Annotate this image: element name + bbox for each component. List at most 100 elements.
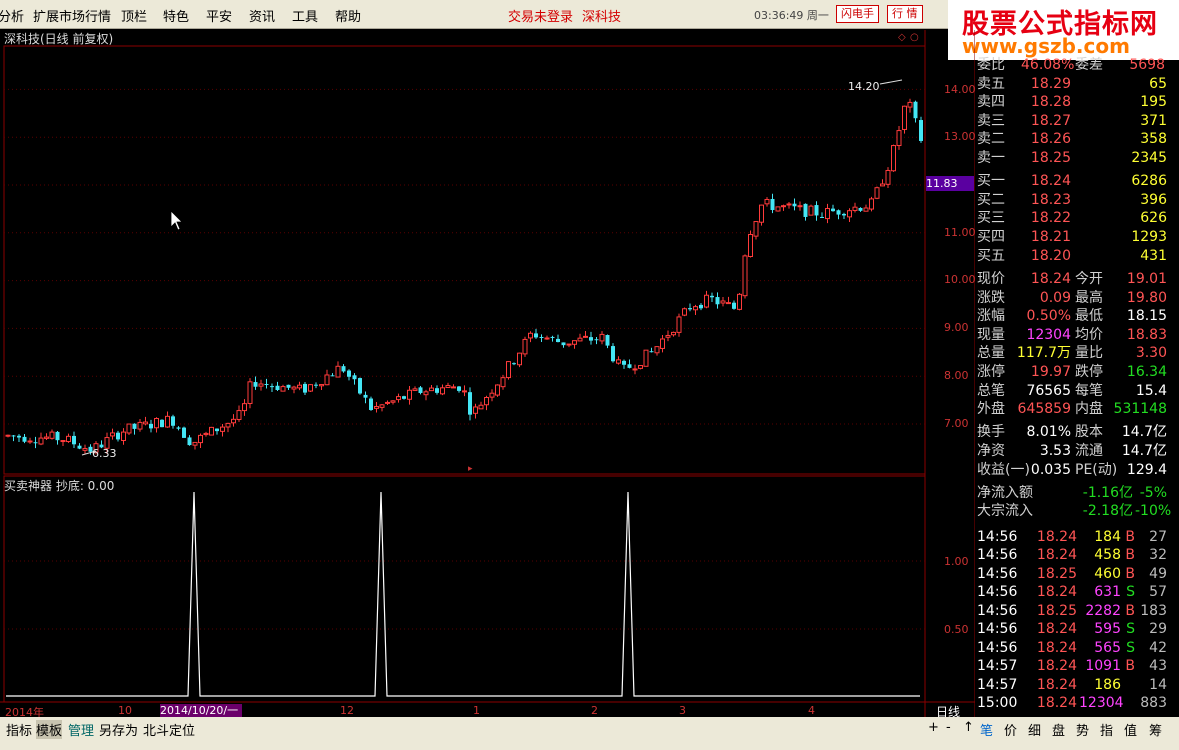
kline-chart[interactable]: ◇ ○ ▸: [0, 0, 975, 717]
candle-body-up: [742, 255, 748, 297]
stat2-value: 3.53: [1039, 442, 1071, 459]
candle-body-up: [478, 404, 484, 410]
tick-count: 42: [1149, 639, 1167, 656]
quote-panel: 委比 46.08% 委差 5698 卖五 18.29 65 卖四 18.28 1…: [975, 56, 1179, 716]
stat-label: 跌停: [1075, 363, 1103, 380]
tick-row: 14:57 18.24 186 14: [975, 676, 1179, 694]
candle-body-down: [402, 396, 406, 399]
zoom-in-button[interactable]: +: [928, 720, 939, 735]
ask-label: 卖五: [977, 75, 1005, 92]
tick-direction: S: [1126, 621, 1135, 638]
candle-body-up: [693, 306, 698, 311]
candle-body-down: [803, 203, 808, 217]
tick-volume: 186: [1094, 676, 1121, 693]
tick-count: 27: [1149, 528, 1167, 545]
bid-label: 买三: [977, 210, 1005, 227]
bid-label: 买五: [977, 247, 1005, 264]
candle-body-down: [330, 375, 335, 377]
tab-ticks[interactable]: 笔: [980, 720, 993, 739]
bid-row: 买一 18.24 6286: [975, 172, 1179, 190]
candle-body-up: [451, 386, 456, 389]
tick-time: 14:56: [977, 639, 1018, 656]
candle-body-down: [913, 101, 918, 119]
candle-body-up: [225, 422, 231, 428]
candle-body-up: [737, 293, 742, 310]
tick-volume: 595: [1094, 621, 1121, 638]
candle-body-up: [781, 205, 786, 208]
cursor-date: 2014/10/20/一: [160, 704, 242, 717]
candle-body-down: [55, 431, 60, 441]
candle-body-up: [825, 208, 830, 220]
tab-indicator[interactable]: 指标: [6, 720, 32, 739]
tab-chips[interactable]: 筹: [1149, 720, 1162, 739]
main-panel-border: [3, 45, 926, 475]
tick-time: 14:56: [977, 602, 1018, 619]
candle-body-up: [396, 396, 401, 401]
y-tick: 13.00: [944, 130, 976, 143]
stat-value: 645859: [1017, 401, 1071, 418]
stat-label: 涨停: [977, 363, 1005, 380]
stat-value: 18.24: [1030, 270, 1071, 287]
flow-row: 大宗流入 -2.18亿 -10%: [975, 502, 1179, 520]
tick-time: 14:56: [977, 528, 1018, 545]
tab-detail[interactable]: 细: [1028, 720, 1041, 739]
tab-beidou[interactable]: 北斗定位: [143, 720, 195, 739]
up-button[interactable]: ↑: [963, 720, 974, 735]
candle-body-up: [869, 198, 874, 210]
stat-label: 外盘: [977, 401, 1005, 418]
stat-label: 涨跌: [977, 289, 1005, 306]
y-tick: 10.00: [944, 273, 976, 286]
candle-body-down: [182, 427, 186, 438]
tab-price[interactable]: 价: [1004, 720, 1017, 739]
tab-indicators[interactable]: 指: [1100, 720, 1113, 739]
candle-body-up: [643, 349, 649, 367]
candle-body-down: [605, 335, 610, 346]
tab-trend[interactable]: 势: [1076, 720, 1089, 739]
candle-body-down: [688, 308, 692, 310]
candle-body-down: [171, 416, 175, 426]
stat-value: 0.09: [1039, 289, 1071, 306]
candle-body-up: [748, 233, 753, 258]
candle-body-up: [764, 198, 770, 205]
tab-save-as[interactable]: 另存为: [99, 720, 138, 739]
candle-body-down: [627, 364, 632, 368]
candle-body-down: [22, 436, 27, 442]
stat-row: 涨停 19.97 跌停 16.34: [975, 363, 1179, 381]
y-tick: 7.00: [944, 417, 969, 430]
bid-label: 买二: [977, 191, 1005, 208]
zoom-out-button[interactable]: -: [946, 720, 951, 735]
candle-body-up: [665, 335, 671, 338]
candle-body-down: [33, 442, 38, 444]
tab-template[interactable]: 模板: [36, 720, 63, 739]
bid-row: 买二 18.23 396: [975, 191, 1179, 209]
candle-body-down: [622, 360, 626, 365]
tab-values[interactable]: 值: [1124, 720, 1137, 739]
tick-row: 14:56 18.24 595 S 29: [975, 620, 1179, 638]
bid-price: 18.23: [1030, 191, 1071, 208]
ratio-value: 46.08%: [1021, 57, 1075, 73]
tick-time: 14:56: [977, 621, 1018, 638]
candle-body-up: [500, 377, 506, 388]
candle-body-down: [160, 419, 164, 428]
tick-price: 18.24: [1036, 658, 1077, 675]
stat2-label: 流通: [1075, 442, 1103, 459]
candle-body-up: [297, 384, 302, 389]
candle-body-up: [407, 389, 412, 400]
candle-body-up: [44, 436, 49, 439]
candle-body-down: [820, 216, 824, 218]
candle-body-down: [919, 120, 923, 141]
tick-volume: 565: [1094, 639, 1121, 656]
candle-body-down: [792, 203, 797, 207]
stat-row: 总笔 76565 每笔 15.4: [975, 382, 1179, 400]
stat-label: 今开: [1075, 270, 1103, 287]
candle-body-down: [594, 339, 599, 341]
tab-manage[interactable]: 管理: [68, 720, 94, 739]
stat-value: 19.97: [1030, 363, 1071, 380]
bid-row: 买四 18.21 1293: [975, 228, 1179, 246]
candle-body-up: [335, 365, 341, 378]
tab-orderbook[interactable]: 盘: [1052, 720, 1065, 739]
candle-body-up: [473, 406, 478, 414]
candle-body-down: [539, 336, 544, 338]
candle-body-up: [583, 335, 588, 338]
candle-body-up: [726, 302, 731, 305]
